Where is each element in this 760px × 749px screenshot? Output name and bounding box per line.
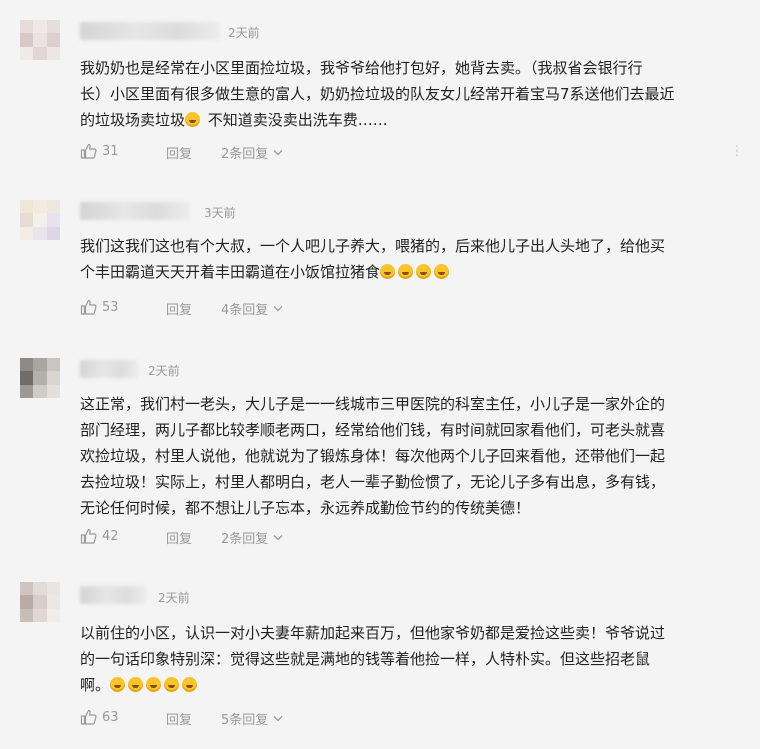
comment-text-line: 这正常，我们村一老头，大儿子是一一线城市三甲医院的科室主任，小儿子是一家外企的 bbox=[80, 395, 666, 413]
like-button[interactable]: 42 bbox=[80, 528, 119, 544]
replies-count-label: 2条回复 bbox=[221, 147, 269, 162]
comment-text-line: 的一句话印象特别深：觉得这些就是满地的钱等着他捡一样，人特朴实。但这些招老鼠 bbox=[80, 650, 651, 668]
username[interactable] bbox=[80, 22, 220, 40]
laugh-cry-emoji-icon bbox=[416, 264, 432, 279]
comment-time: 2天前 bbox=[148, 364, 180, 378]
comment-text: 我们这我们这也有个大叔，一个人吧儿子养大，喂猪的，后来他儿子出人头地了，给他买 … bbox=[80, 233, 745, 285]
comment-text-line: 欢捡垃圾，村里人说他，他就说为了锻炼身体！每次他两个儿子回来看他，还带他们一起 bbox=[80, 447, 666, 465]
thumbs-up-icon bbox=[80, 143, 97, 159]
view-replies-button[interactable]: 4条回复 bbox=[221, 299, 283, 318]
comment-actions: 53 回复 4条回复 bbox=[80, 299, 745, 319]
laugh-cry-emoji-icon bbox=[110, 677, 126, 692]
laugh-cry-emoji-icon bbox=[128, 677, 144, 692]
avatar[interactable] bbox=[20, 20, 60, 60]
comment-text-line: 我奶奶也是经常在小区里面捡垃圾，我爷爷给他打包好，她背去卖。（我叔省会银行行 bbox=[80, 59, 643, 77]
avatar[interactable] bbox=[20, 200, 60, 240]
laugh-cry-emoji-icon bbox=[398, 264, 414, 279]
username[interactable] bbox=[80, 586, 146, 604]
username[interactable] bbox=[80, 202, 190, 220]
chevron-down-icon bbox=[273, 305, 283, 312]
reply-button[interactable]: 回复 bbox=[166, 299, 192, 318]
replies-count-label: 2条回复 bbox=[221, 532, 269, 547]
avatar[interactable] bbox=[20, 582, 60, 622]
reply-button[interactable]: 回复 bbox=[166, 528, 192, 547]
comment-time: 2天前 bbox=[228, 26, 260, 40]
comment-text-line: 以前住的小区，认识一对小夫妻年薪加起来百万，但他家爷奶都是爱捡这些卖！爷爷说过 bbox=[80, 624, 666, 642]
comment-text-line: 无论任何时候，都不想让儿子忘本，永远养成勤俭节约的传统美德！ bbox=[80, 499, 531, 517]
comment-time: 2天前 bbox=[158, 591, 190, 605]
comment-actions: 42 回复 2条回复 bbox=[80, 528, 745, 548]
like-button[interactable]: 63 bbox=[80, 709, 119, 725]
laugh-cry-emoji-icon bbox=[182, 677, 198, 692]
reply-button[interactable]: 回复 bbox=[166, 143, 192, 162]
comment-text: 我奶奶也是经常在小区里面捡垃圾，我爷爷给他打包好，她背去卖。（我叔省会银行行 长… bbox=[80, 55, 745, 133]
comment-text-segment: 个丰田霸道天天开着丰田霸道在小饭馆拉猪食 bbox=[80, 263, 381, 281]
laugh-cry-emoji-icon bbox=[146, 677, 162, 692]
comment-text-line: 个丰田霸道天天开着丰田霸道在小饭馆拉猪食 bbox=[80, 259, 745, 285]
laugh-cry-emoji-icon bbox=[185, 112, 201, 127]
laugh-cry-emoji-icon bbox=[380, 264, 396, 279]
username[interactable] bbox=[80, 360, 138, 378]
laugh-cry-emoji-icon bbox=[434, 264, 450, 279]
view-replies-button[interactable]: 5条回复 bbox=[221, 709, 283, 728]
chevron-down-icon bbox=[273, 149, 283, 156]
like-count: 42 bbox=[102, 528, 119, 544]
comment-actions: 63 回复 5条回复 bbox=[80, 709, 745, 729]
like-count: 31 bbox=[102, 143, 119, 159]
chevron-down-icon bbox=[273, 715, 283, 722]
comment-text-line: 的垃圾场卖垃圾 不知道卖没卖出洗车费…… bbox=[80, 107, 745, 133]
replies-count-label: 5条回复 bbox=[221, 713, 269, 728]
like-count: 53 bbox=[102, 299, 119, 315]
replies-count-label: 4条回复 bbox=[221, 303, 269, 318]
comment-text-segment: 啊。 bbox=[80, 676, 111, 694]
comment-text: 这正常，我们村一老头，大儿子是一一线城市三甲医院的科室主任，小儿子是一家外企的 … bbox=[80, 391, 745, 521]
thumbs-up-icon bbox=[80, 709, 97, 725]
comment-text-segment: 不知道卖没卖出洗车费…… bbox=[203, 111, 388, 129]
like-count: 63 bbox=[102, 709, 119, 725]
thumbs-up-icon bbox=[80, 528, 97, 544]
comment-text-segment: 的垃圾场卖垃圾 bbox=[80, 111, 186, 129]
comment-text-line: 部门经理，两儿子都比较孝顺老两口，经常给他们钱，有时间就回家看他们，可老头就喜 bbox=[80, 421, 666, 439]
view-replies-button[interactable]: 2条回复 bbox=[221, 143, 283, 162]
comment-text-line: 去捡垃圾！实际上，村里人都明白，老人一辈子勤俭惯了，无论儿子多有出息，多有钱， bbox=[80, 473, 666, 491]
comment-text: 以前住的小区，认识一对小夫妻年薪加起来百万，但他家爷奶都是爱捡这些卖！爷爷说过 … bbox=[80, 620, 745, 698]
view-replies-button[interactable]: 2条回复 bbox=[221, 528, 283, 547]
thumbs-up-icon bbox=[80, 299, 97, 315]
reply-button[interactable]: 回复 bbox=[166, 709, 192, 728]
like-button[interactable]: 31 bbox=[80, 143, 119, 159]
more-options-icon[interactable]: ⋮ bbox=[730, 143, 745, 159]
comment-text-line: 啊。 bbox=[80, 672, 745, 698]
laugh-cry-emoji-icon bbox=[164, 677, 180, 692]
chevron-down-icon bbox=[273, 534, 283, 541]
comment-text-line: 我们这我们这也有个大叔，一个人吧儿子养大，喂猪的，后来他儿子出人头地了，给他买 bbox=[80, 237, 666, 255]
like-button[interactable]: 53 bbox=[80, 299, 119, 315]
avatar[interactable] bbox=[20, 358, 60, 398]
comment-text-line: 长）小区里面有很多做生意的富人，奶奶捡垃圾的队友女儿经常开着宝马7系送他们去最近 bbox=[80, 85, 675, 103]
comment-actions: 31 回复 2条回复 ⋮ bbox=[80, 143, 745, 163]
comment-time: 3天前 bbox=[204, 206, 236, 220]
